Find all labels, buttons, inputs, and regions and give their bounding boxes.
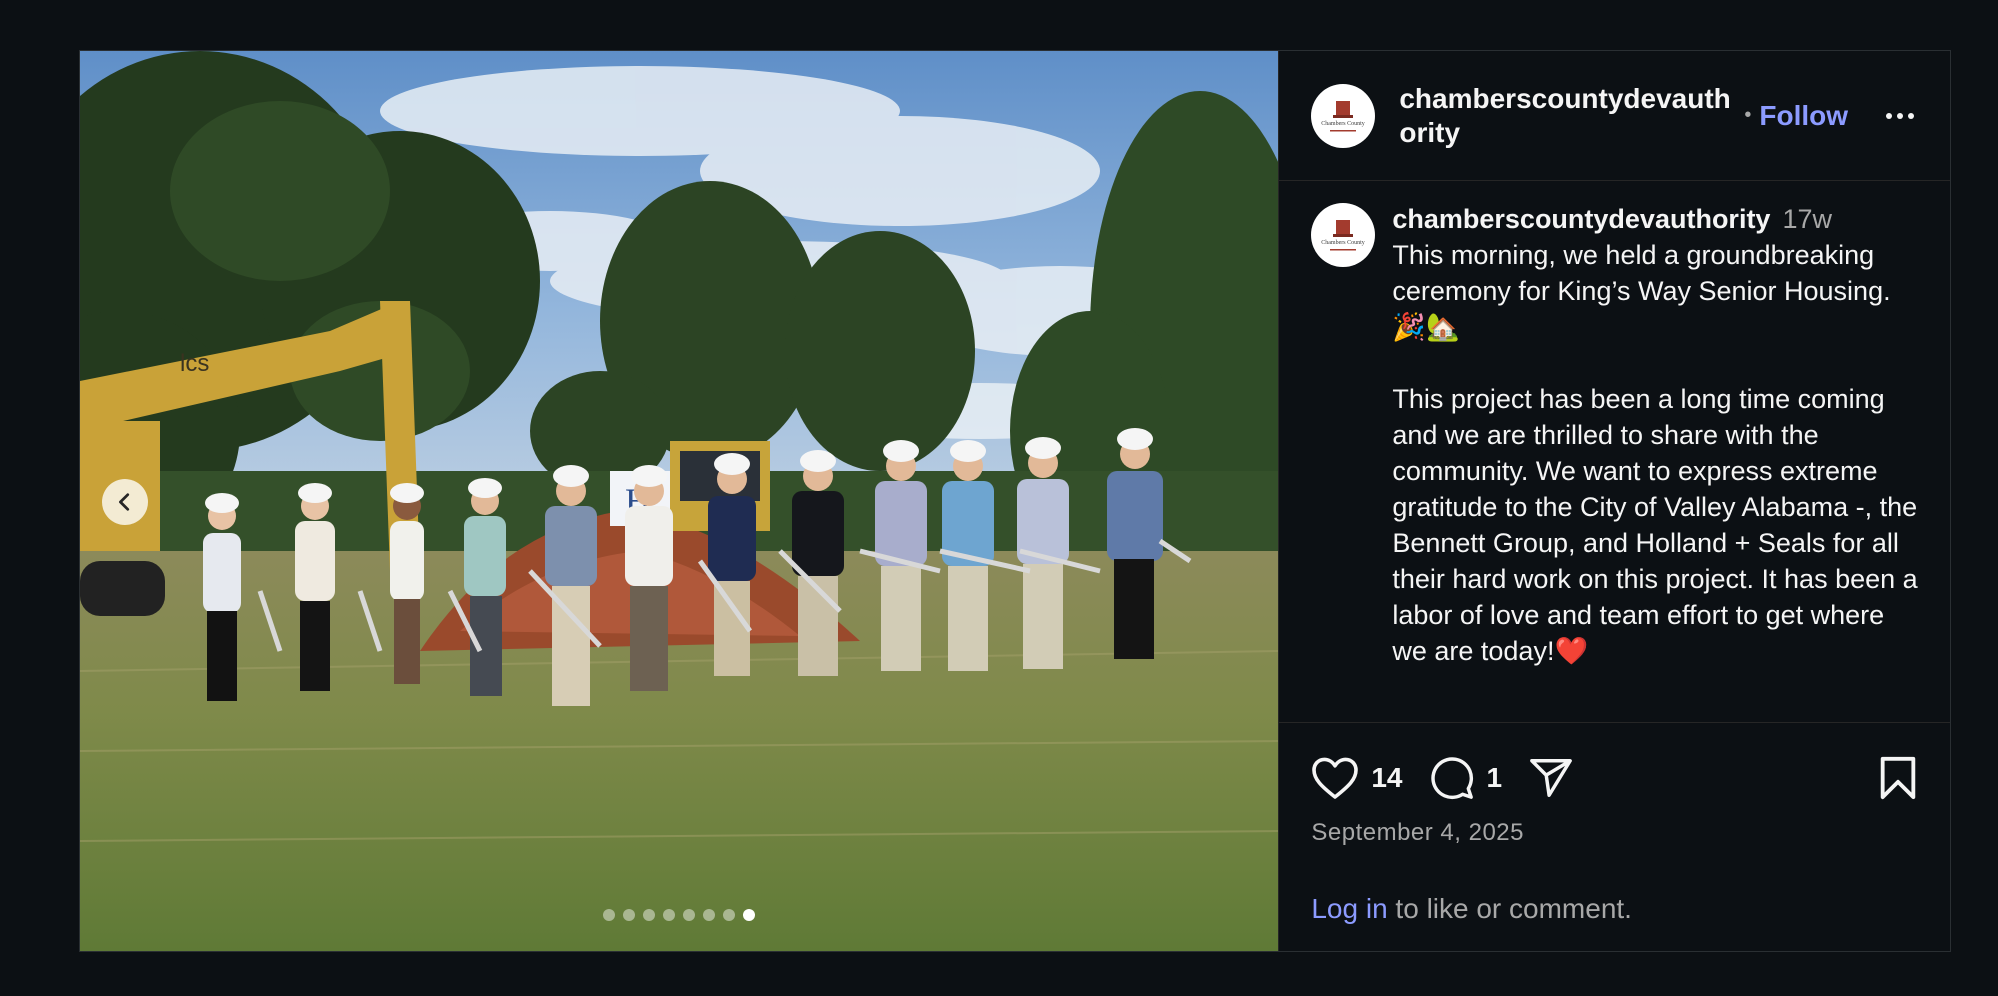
caption-body: chamberscountydevauthority 17w This morni… <box>1392 201 1920 722</box>
svg-text:Chambers County: Chambers County <box>1322 240 1366 246</box>
post-date[interactable]: September 4, 2025 <box>1311 819 1524 847</box>
carousel-dot <box>683 909 695 921</box>
header-username[interactable]: chamberscountydevauthority <box>1399 82 1744 150</box>
comment-icon <box>1430 757 1473 800</box>
separator-dot: • <box>1744 104 1752 126</box>
chevron-left-icon <box>119 493 130 511</box>
follow-button[interactable]: Follow <box>1759 100 1848 132</box>
carousel-dot <box>623 909 635 921</box>
login-link[interactable]: Log in <box>1311 893 1387 924</box>
comment-count[interactable]: 1 <box>1487 762 1503 794</box>
like-count[interactable]: 14 <box>1371 762 1402 794</box>
comment-button[interactable]: 1 <box>1429 755 1503 801</box>
caption-time[interactable]: 17w <box>1782 204 1832 234</box>
chambers-county-logo: Chambers County <box>1322 100 1366 131</box>
post-media[interactable]: lcs H <box>80 51 1280 951</box>
save-button[interactable] <box>1878 755 1918 801</box>
chambers-county-logo: Chambers County <box>1322 220 1366 251</box>
carousel-dot <box>703 909 715 921</box>
bookmark-icon <box>1880 756 1916 800</box>
carousel-dot <box>603 909 615 921</box>
post-photo: lcs H <box>80 51 1279 951</box>
share-icon <box>1530 759 1572 797</box>
more-options-icon[interactable] <box>1886 107 1914 125</box>
like-button[interactable]: 14 <box>1311 756 1403 800</box>
caption-avatar[interactable]: Chambers County <box>1311 203 1376 267</box>
carousel-indicator <box>603 909 755 921</box>
post-card: lcs H <box>79 50 1951 952</box>
login-prompt: Log in to like or comment. <box>1311 893 1632 925</box>
carousel-dot <box>663 909 675 921</box>
carousel-dot <box>723 909 735 921</box>
carousel-prev-button[interactable] <box>102 479 148 525</box>
caption-username[interactable]: chamberscountydevauthority <box>1392 204 1770 234</box>
caption-section: Chambers County chamberscountydevauthori… <box>1279 181 1950 723</box>
avatar[interactable]: Chambers County <box>1311 83 1376 148</box>
heart-icon <box>1312 757 1359 799</box>
svg-text:Chambers County: Chambers County <box>1322 121 1366 127</box>
post-header: Chambers County chamberscountydevauthori… <box>1279 51 1950 181</box>
carousel-dot <box>643 909 655 921</box>
carousel-dot-active <box>743 909 755 921</box>
caption-text: This morning, we held a groundbreaking c… <box>1392 240 1918 666</box>
actions-section: 14 1 September 4, 2025 Log in to like or… <box>1279 723 1950 951</box>
post-side-panel: Chambers County chamberscountydevauthori… <box>1279 51 1950 951</box>
share-button[interactable] <box>1528 755 1574 801</box>
login-prompt-text: to like or comment. <box>1387 893 1632 924</box>
excavator-logo: lcs <box>180 350 209 377</box>
actions-row: 14 1 <box>1311 753 1918 803</box>
